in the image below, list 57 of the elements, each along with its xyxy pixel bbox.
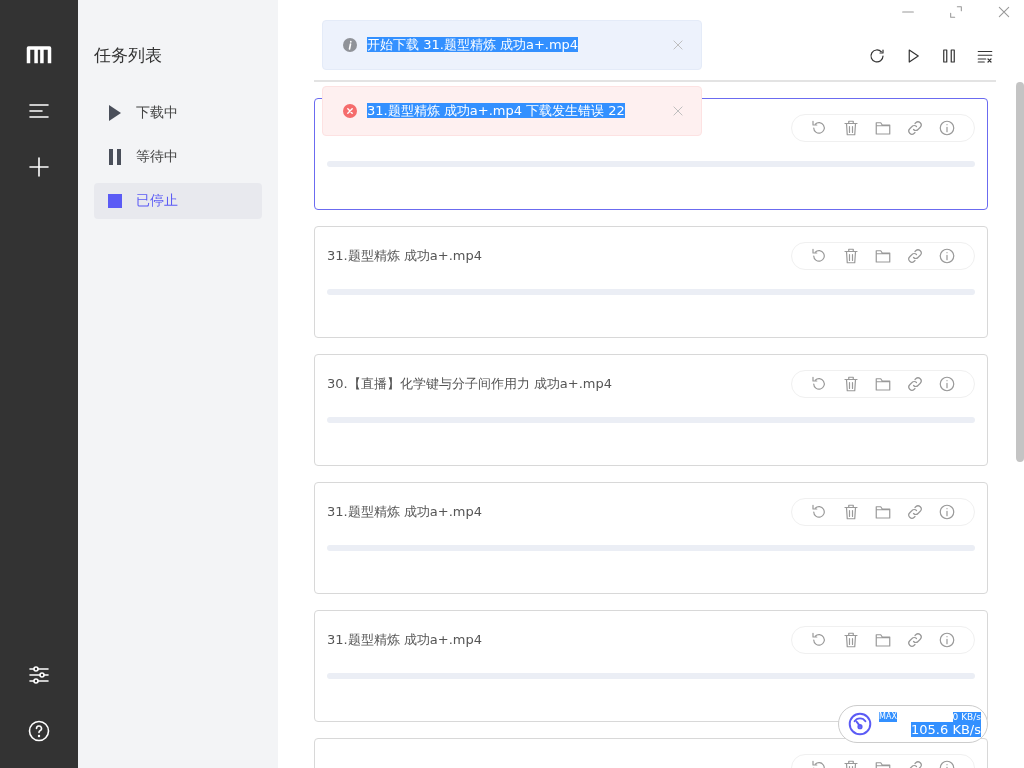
link-icon[interactable]	[906, 503, 924, 521]
folder-icon[interactable]	[874, 247, 892, 265]
task-title: 31.题型精炼 成功a+.mp4	[327, 247, 482, 265]
restart-icon[interactable]	[810, 119, 828, 137]
task-card[interactable]: 31.题型精炼 成功a+.mp4	[314, 482, 988, 594]
folder-icon[interactable]	[874, 119, 892, 137]
task-card[interactable]: 31.题型精炼 成功a+.mp4	[314, 226, 988, 338]
pause-icon[interactable]	[940, 47, 958, 65]
delete-icon[interactable]	[842, 119, 860, 137]
gauge-icon	[847, 711, 873, 737]
link-icon[interactable]	[906, 119, 924, 137]
refresh-icon[interactable]	[868, 47, 886, 65]
restart-icon[interactable]	[810, 375, 828, 393]
close-icon[interactable]	[671, 38, 685, 52]
delete-icon[interactable]	[842, 631, 860, 649]
error-icon	[343, 104, 357, 118]
folder-icon[interactable]	[874, 631, 892, 649]
link-icon[interactable]	[906, 375, 924, 393]
restart-icon[interactable]	[810, 247, 828, 265]
task-filter-item[interactable]: 等待中	[94, 139, 262, 175]
delete-icon[interactable]	[842, 503, 860, 521]
info-icon	[343, 38, 357, 52]
settings-icon[interactable]	[27, 663, 51, 687]
info-icon[interactable]	[938, 503, 956, 521]
delete-icon[interactable]	[842, 375, 860, 393]
play-icon	[109, 105, 121, 121]
close-icon[interactable]	[671, 104, 685, 118]
scrollbar[interactable]	[1016, 82, 1024, 462]
info-icon[interactable]	[938, 375, 956, 393]
notification-message: 31.题型精炼 成功a+.mp4 下载发生错误 22	[367, 103, 625, 118]
restart-icon[interactable]	[810, 631, 828, 649]
task-title: 30.【直播】化学键与分子间作用力 成功a+.mp4	[327, 375, 612, 393]
notification-message: 开始下载 31.题型精炼 成功a+.mp4	[367, 37, 579, 52]
stop-icon	[108, 194, 122, 208]
upload-speed: 0 KB/s	[952, 711, 981, 722]
help-icon[interactable]	[27, 719, 51, 743]
maximize-icon[interactable]	[948, 4, 964, 20]
task-card[interactable]: 30.【直播】化学键与分子间作用力 成功a+.mp4	[314, 354, 988, 466]
folder-icon[interactable]	[874, 503, 892, 521]
add-icon[interactable]	[27, 155, 51, 179]
task-title: 31.题型精炼 成功a+.mp4	[327, 631, 482, 649]
pause-icon	[109, 149, 121, 165]
restart-icon[interactable]	[810, 503, 828, 521]
task-title: 31.题型精炼 成功a+.mp4	[327, 503, 482, 521]
task-filter-item[interactable]: 下载中	[94, 95, 262, 131]
task-list-title: 任务列表	[94, 44, 163, 67]
close-icon[interactable]	[996, 4, 1012, 20]
speed-limit-label: MAX	[879, 711, 897, 722]
link-icon[interactable]	[906, 631, 924, 649]
delete-icon[interactable]	[842, 247, 860, 265]
info-icon[interactable]	[938, 119, 956, 137]
folder-icon[interactable]	[874, 375, 892, 393]
download-speed: 105.6 KB/s	[911, 721, 981, 737]
task-filter-item[interactable]: 已停止	[94, 183, 262, 219]
link-icon[interactable]	[906, 247, 924, 265]
info-icon[interactable]	[938, 247, 956, 265]
info-icon[interactable]	[938, 631, 956, 649]
